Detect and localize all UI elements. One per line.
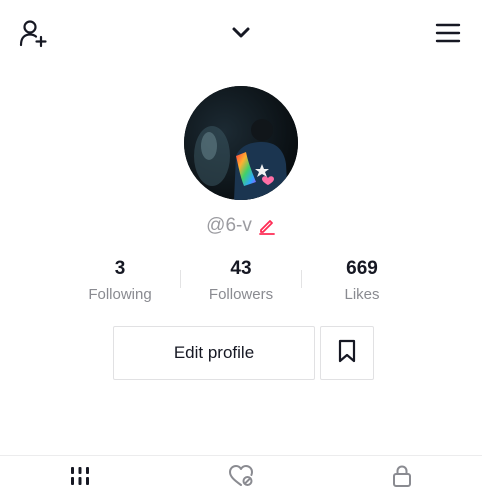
stat-value: 3 (114, 258, 126, 279)
top-bar (0, 0, 482, 64)
videos-grid-icon (69, 465, 91, 492)
profile-stats: 3 Following 43 Followers 669 Likes (60, 256, 422, 308)
tab-liked[interactable] (161, 456, 321, 501)
tab-private[interactable] (322, 456, 482, 501)
avatar[interactable] (184, 86, 298, 200)
bookmark-icon (337, 339, 357, 368)
stat-label: Followers (208, 286, 274, 303)
stat-likes[interactable]: 669 Likes (302, 256, 422, 303)
add-user-icon[interactable] (16, 16, 50, 50)
edit-profile-button[interactable]: Edit profile (113, 326, 315, 380)
favorites-button[interactable] (320, 326, 374, 380)
stat-value: 43 (230, 258, 252, 279)
username-row: @6-v (0, 212, 482, 240)
stat-value: 669 (346, 258, 378, 279)
username-handle: @6-v (206, 215, 252, 236)
hamburger-menu-icon[interactable] (432, 18, 464, 48)
profile-tab-bar (0, 455, 482, 501)
edit-pencil-icon[interactable] (258, 217, 276, 235)
stat-label: Likes (344, 286, 380, 303)
lock-icon (391, 464, 413, 493)
liked-videos-icon (228, 464, 254, 493)
stat-label: Following (88, 286, 152, 303)
stat-followers[interactable]: 43 Followers (181, 256, 301, 303)
stat-following[interactable]: 3 Following (60, 256, 180, 303)
tab-videos[interactable] (0, 456, 160, 501)
chevron-down-icon[interactable] (226, 20, 256, 46)
